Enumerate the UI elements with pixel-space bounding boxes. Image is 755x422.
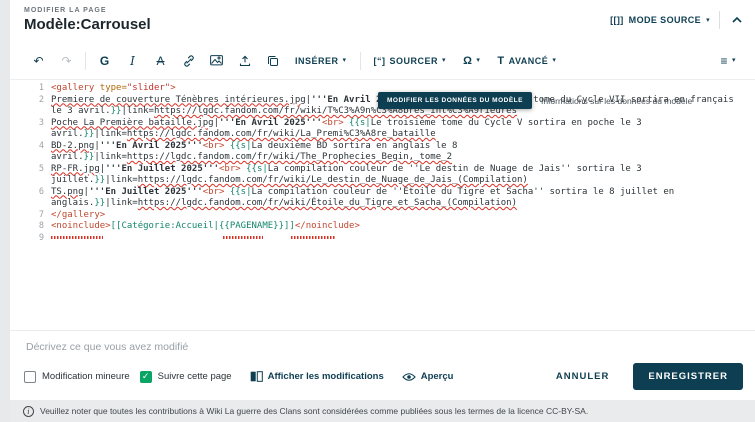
- line-number: 6: [38, 186, 44, 197]
- line-number: 5: [38, 163, 44, 174]
- minor-edit-label: Modification mineure: [42, 371, 130, 382]
- show-changes-label: Afficher les modifications: [267, 371, 384, 382]
- info-icon: i: [23, 405, 34, 417]
- code-text: BD-2.png|'''En Avril 2025'''<br> {{s|La …: [51, 140, 463, 163]
- bold-icon: G: [99, 53, 110, 68]
- redo-icon: ↷: [61, 53, 72, 68]
- insert-label: INSÉRER: [295, 55, 339, 66]
- chevron-down-icon: ▾: [552, 57, 557, 64]
- source-editor-window: MODIFIER LA PAGE Modèle:Carrousel [[]] M…: [10, 0, 755, 422]
- bold-button[interactable]: G: [92, 49, 117, 73]
- collapse-editor-button[interactable]: [729, 14, 745, 26]
- strikethrough-icon: A: [156, 53, 165, 68]
- show-changes-button[interactable]: Afficher les modifications: [250, 371, 384, 382]
- save-button[interactable]: ENREGISTRER: [633, 363, 743, 390]
- line-number: 3: [38, 117, 44, 128]
- cite-label: SOURCER: [389, 55, 439, 66]
- chevron-down-icon: ▾: [476, 57, 481, 64]
- watch-page-checkbox[interactable]: ✓ Suivre cette page: [139, 370, 232, 383]
- divider: [85, 51, 86, 70]
- template-data-hint: Informations sur les données du modèle: [540, 95, 693, 106]
- chevron-down-icon: ▾: [706, 16, 710, 24]
- line-number: 2: [38, 94, 44, 105]
- code-line[interactable]: 4 BD-2.png|'''En Avril 2025'''<br> {{s|La…: [10, 141, 755, 164]
- eye-icon: [401, 372, 416, 381]
- italic-icon: I: [130, 53, 135, 68]
- page-header: MODIFIER LA PAGE Modèle:Carrousel [[]] M…: [10, 0, 755, 42]
- page-background-strip: [0, 0, 10, 422]
- source-mode-label: MODE SOURCE: [628, 15, 702, 25]
- advanced-label: AVANCÉ: [508, 55, 549, 66]
- edit-summary-input[interactable]: [24, 340, 745, 354]
- code-line[interactable]: 7 </gallery>: [10, 210, 755, 222]
- code-line[interactable]: 5 RP-FR.jpg|'''En Juillet 2025'''<br> {{s…: [10, 164, 755, 187]
- undo-button[interactable]: ↶: [26, 49, 51, 73]
- minor-edit-checkbox[interactable]: Modification mineure: [24, 370, 130, 383]
- edit-template-data-button[interactable]: MODIFIER LES DONNÉES DU MODÈLE: [378, 92, 532, 109]
- cancel-button[interactable]: ANNULER: [556, 371, 609, 382]
- editor-menu-button[interactable]: ≡ ▾: [713, 54, 743, 68]
- divider: [359, 51, 361, 70]
- header-right-controls: [[]] MODE SOURCE ▾: [610, 11, 745, 29]
- redo-button[interactable]: ↷: [54, 49, 79, 73]
- code-line[interactable]: 9: [10, 233, 755, 245]
- code-text: <noinclude>[[Catégorie:Accueil|{{PAGENAM…: [51, 221, 360, 231]
- insert-dropdown[interactable]: INSÉRER ▾: [288, 56, 354, 66]
- line-number: 4: [38, 140, 44, 151]
- divider: [719, 11, 720, 29]
- image-button[interactable]: [204, 49, 229, 73]
- code-text: [51, 233, 755, 245]
- preview-button[interactable]: Aperçu: [401, 371, 454, 382]
- template-data-overlay: MODIFIER LES DONNÉES DU MODÈLE Informati…: [378, 92, 692, 109]
- copy-icon: [267, 55, 278, 66]
- line-number: 9: [38, 232, 44, 243]
- save-panel: Modification mineure ✓ Suivre cette page…: [10, 330, 755, 400]
- editor-toolbar: ↶ ↷ G I A INSÉRER ▾ [“] SOURCER ▾ Ω ▾ T …: [10, 42, 755, 80]
- strikethrough-button[interactable]: A: [148, 49, 173, 73]
- save-controls-row: Modification mineure ✓ Suivre cette page…: [10, 356, 755, 390]
- chevron-down-icon: ▾: [342, 57, 347, 64]
- chevron-up-icon: [732, 16, 742, 23]
- line-number: 8: [38, 221, 44, 231]
- checkbox-checked-icon: ✓: [139, 370, 152, 383]
- watch-page-label: Suivre cette page: [157, 371, 232, 382]
- code-line[interactable]: 3 Poche La Première bataille.jpg|'''En Av…: [10, 118, 755, 141]
- cite-icon: [“]: [373, 55, 386, 66]
- code-text: </gallery>: [51, 209, 106, 220]
- code-line[interactable]: 8 <noinclude>[[Catégorie:Accueil|{{PAGENA…: [10, 221, 755, 233]
- undo-icon: ↶: [33, 53, 44, 68]
- diff-icon: [250, 371, 263, 382]
- upload-button[interactable]: [232, 49, 257, 73]
- link-button[interactable]: [176, 49, 201, 73]
- source-mode-dropdown[interactable]: [[]] MODE SOURCE ▾: [610, 15, 710, 25]
- line-number: 7: [38, 209, 44, 220]
- chevron-down-icon: ▾: [442, 57, 447, 64]
- image-icon: [210, 55, 223, 66]
- copy-button[interactable]: [260, 49, 285, 73]
- code-text: TS.png|'''En Juillet 2025'''<br> {{s|La …: [51, 186, 680, 209]
- license-notice: Veuillez noter que toutes les contributi…: [40, 406, 589, 416]
- code-text: Poche La Première bataille.jpg|'''En Avr…: [51, 117, 648, 140]
- checkbox-unchecked-icon: [24, 370, 36, 383]
- license-notice-bar: i Veuillez noter que toutes les contribu…: [10, 400, 755, 422]
- source-mode-icon: [[]]: [610, 15, 624, 25]
- text-style-icon: T: [497, 54, 505, 67]
- italic-button[interactable]: I: [120, 49, 145, 73]
- advanced-dropdown[interactable]: T AVANCÉ ▾: [490, 55, 563, 67]
- line-number: 1: [38, 83, 44, 93]
- code-editor[interactable]: 1 <gallery type="slider"> 2 Premiere de cou…: [10, 80, 755, 330]
- menu-icon: ≡: [720, 53, 728, 68]
- special-characters-dropdown[interactable]: Ω ▾: [456, 55, 487, 67]
- upload-icon: [239, 55, 250, 66]
- omega-icon: Ω: [463, 54, 473, 67]
- code-line[interactable]: 6 TS.png|'''En Juillet 2025'''<br> {{s|La…: [10, 187, 755, 210]
- preview-label: Aperçu: [420, 371, 454, 382]
- cite-dropdown[interactable]: [“] SOURCER ▾: [367, 56, 454, 66]
- chevron-down-icon: ▾: [731, 57, 736, 64]
- link-icon: [183, 54, 194, 67]
- code-text: RP-FR.jpg|'''En Juillet 2025'''<br> {{s|…: [51, 163, 648, 186]
